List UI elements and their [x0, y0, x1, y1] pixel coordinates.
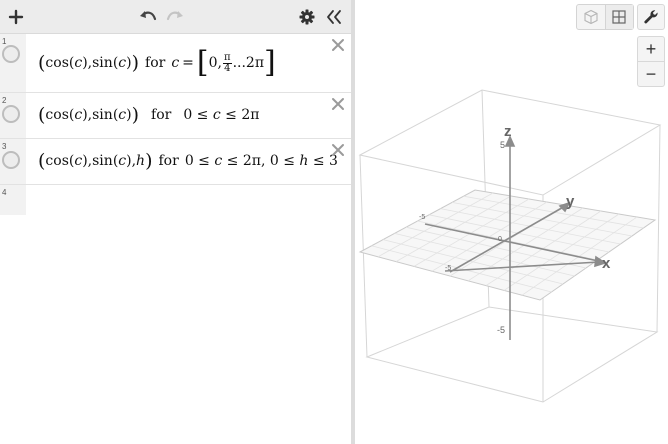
paren-left: ( — [38, 103, 46, 126]
grid-icon — [612, 10, 626, 24]
undo-arrow-icon — [140, 11, 157, 21]
range-middle: ≤ 2π, 0 ≤ — [222, 153, 300, 169]
range-start: 0 ≤ — [183, 107, 213, 123]
expression-row-1[interactable]: 1 ( cos(c), sin(c) ) for c = [ 0, π 4 ..… — [0, 34, 351, 93]
expression-number: 3 — [2, 142, 7, 151]
func-cos: cos — [45, 107, 69, 123]
list-end: ...2π — [232, 55, 265, 71]
origin-tick: 0 — [498, 236, 502, 243]
z-tick-bottom: -5 — [497, 325, 506, 335]
var-h: h — [136, 153, 146, 169]
settings-button[interactable] — [295, 6, 319, 28]
func-sin: sin — [92, 153, 113, 169]
y-tick-negative: -5 — [445, 265, 452, 272]
expression-gutter: 1 — [0, 34, 26, 92]
expression-gutter: 3 — [0, 139, 26, 184]
expression-color-toggle[interactable] — [2, 151, 20, 169]
expression-formula[interactable]: ( cos(c), sin(c) ) for c = [ 0, π 4 ...2… — [38, 48, 276, 78]
expression-toolbar — [0, 0, 351, 34]
expression-number: 1 — [2, 37, 7, 46]
keyword-for: for — [158, 153, 179, 169]
var-c: c — [74, 107, 83, 123]
paren-right: ) — [145, 149, 153, 172]
z-tick-top: 5 — [500, 140, 506, 150]
var-c: c — [214, 153, 223, 169]
redo-button[interactable] — [163, 6, 187, 28]
expression-gutter: 4 — [0, 185, 26, 215]
graph-canvas[interactable] — [355, 0, 668, 444]
var-c: c — [118, 55, 127, 71]
wrench-icon — [644, 10, 658, 24]
func-sin: sin — [92, 107, 113, 123]
bracket-right: ] — [264, 45, 276, 80]
var-c: c — [74, 55, 83, 71]
undo-button[interactable] — [136, 6, 160, 28]
func-cos: cos — [45, 153, 69, 169]
desmos-3d-app: 1 ( cos(c), sin(c) ) for c = [ 0, π 4 ..… — [0, 0, 668, 444]
zoom-out-icon: − — [645, 64, 657, 84]
paren-right: ) — [131, 51, 140, 74]
expression-formula[interactable]: ( cos(c), sin(c), h ) for 0 ≤ c ≤ 2π, 0 ≤… — [38, 149, 338, 173]
expression-panel: 1 ( cos(c), sin(c) ) for c = [ 0, π 4 ..… — [0, 0, 351, 444]
expression-color-toggle[interactable] — [2, 105, 20, 123]
cube-icon — [584, 9, 598, 25]
paren-left: ( — [38, 149, 46, 172]
fraction-numerator: π — [222, 51, 232, 64]
expression-formula[interactable]: ( cos(c), sin(c) ) for 0 ≤ c ≤ 2π — [38, 103, 259, 127]
expression-row-3[interactable]: 3 ( cos(c), sin(c), h ) for 0 ≤ c ≤ 2π, 0… — [0, 139, 351, 185]
y-axis-label: y — [566, 193, 575, 210]
range-start: 0 ≤ — [184, 153, 215, 169]
var-c: c — [171, 55, 180, 71]
z-axis-label: z — [504, 123, 512, 140]
view-mode-toggle — [576, 4, 634, 30]
double-chevron-left-icon — [327, 10, 341, 24]
expression-row-4-empty[interactable]: 4 — [0, 185, 351, 215]
func-sin: sin — [92, 55, 113, 71]
func-cos: cos — [45, 55, 69, 71]
redo-arrow-icon — [166, 11, 183, 21]
paren-right: ) — [131, 103, 140, 126]
x-axis-label: x — [602, 255, 611, 272]
var-c: c — [74, 153, 83, 169]
expression-color-toggle[interactable] — [2, 45, 20, 63]
list-start: 0, — [208, 55, 222, 71]
expression-row-2[interactable]: 2 ( cos(c), sin(c) ) for 0 ≤ c ≤ 2π — [0, 93, 351, 139]
fraction-denominator: 4 — [224, 62, 231, 74]
expression-gutter: 2 — [0, 93, 26, 138]
paren-left: ( — [38, 51, 46, 74]
zoom-in-icon: + — [645, 39, 657, 59]
expression-number: 4 — [2, 188, 7, 197]
var-c: c — [118, 153, 127, 169]
var-c: c — [212, 107, 221, 123]
gear-icon — [299, 9, 315, 25]
equals-sign: = — [182, 55, 194, 71]
bracket-left: [ — [196, 45, 209, 80]
cube-view-button[interactable] — [577, 5, 605, 29]
plus-icon — [8, 9, 24, 25]
expression-number: 2 — [2, 96, 7, 105]
collapse-panel-button[interactable] — [322, 6, 346, 28]
delete-expression-icon[interactable] — [331, 143, 345, 157]
graph-settings-button[interactable] — [637, 4, 665, 30]
graph-3d-panel[interactable]: z y x 5 -5 -5 -5 0 + − — [355, 0, 668, 444]
x-tick-negative: -5 — [419, 214, 426, 221]
var-h: h — [299, 153, 309, 169]
fraction-pi-over-4: π 4 — [222, 51, 232, 74]
keyword-for: for — [145, 55, 166, 71]
xy-plane-grid — [358, 189, 657, 301]
var-c: c — [118, 107, 127, 123]
add-expression-button[interactable] — [4, 6, 28, 28]
zoom-out-button[interactable]: − — [637, 61, 665, 87]
range-end: ≤ 2π — [220, 107, 260, 123]
delete-expression-icon[interactable] — [331, 38, 345, 52]
grid-view-button[interactable] — [604, 5, 633, 29]
delete-expression-icon[interactable] — [331, 97, 345, 111]
zoom-in-button[interactable]: + — [637, 36, 665, 62]
keyword-for: for — [151, 107, 172, 123]
